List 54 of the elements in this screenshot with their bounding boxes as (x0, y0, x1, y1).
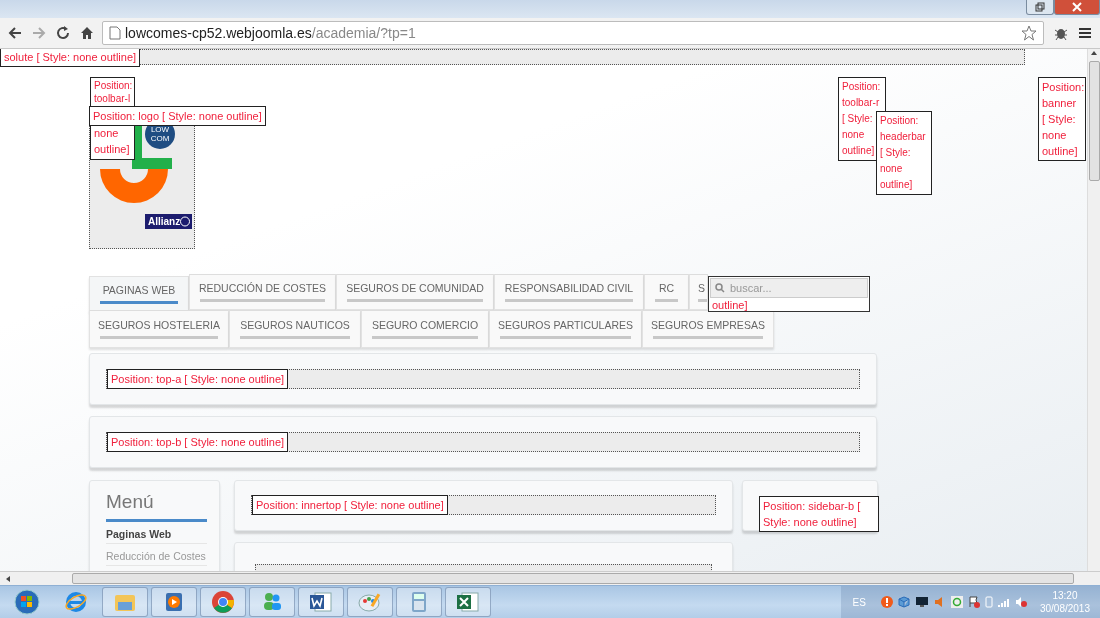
star-icon[interactable] (1021, 25, 1037, 42)
nav-tab[interactable]: REDUCCIÓN DE COSTES (189, 274, 336, 311)
monitor-icon[interactable] (914, 596, 929, 609)
signal-icon[interactable] (997, 596, 1010, 609)
calculator-icon[interactable] (409, 591, 429, 614)
nav-tab[interactable]: SEGUROS PARTICULARES (489, 310, 642, 349)
home-icon[interactable] (79, 25, 95, 42)
box-icon[interactable] (897, 596, 910, 609)
search-icon (715, 283, 725, 294)
address-field[interactable]: lowcomes-cp52.webjoomla.es/academia/?tp=1 (102, 21, 1044, 46)
browser-e-icon[interactable] (64, 590, 88, 615)
position-label: solute [ Style: none outline] (0, 49, 141, 68)
scroll-thumb[interactable] (1088, 61, 1100, 182)
nav-tab[interactable]: SEGUROS HOSTELERIA (89, 310, 229, 349)
page-icon (109, 26, 121, 41)
menu-item[interactable]: Paginas Web (106, 522, 207, 545)
chrome-icon[interactable] (211, 590, 235, 615)
scroll-up-icon[interactable] (1090, 49, 1098, 58)
horizontal-scrollbar[interactable] (0, 571, 1100, 586)
close-button[interactable] (1054, 0, 1100, 15)
flag-icon[interactable] (967, 596, 980, 609)
spreadsheet-x-icon[interactable] (456, 591, 480, 614)
nav-tab[interactable]: PAGINAS WEB (89, 276, 189, 313)
nav-tab[interactable]: SEGUROS NAUTICOS (229, 310, 361, 349)
restore-button[interactable] (1026, 0, 1054, 15)
position-label: Position: toolbar-l (90, 77, 135, 107)
nav-tab[interactable]: RESPONSABILIDAD CIVIL (494, 274, 644, 311)
menu-title: Menú (106, 491, 207, 523)
play-icon[interactable] (163, 591, 185, 614)
nav-tab[interactable]: SEGUROS DE COMUNIDAD (336, 274, 494, 311)
vertical-scrollbar[interactable] (1087, 49, 1100, 572)
scroll-left-icon[interactable] (4, 574, 12, 583)
position-label: Position: banner [ Style: none outline] (1038, 77, 1086, 162)
close-icon[interactable] (1072, 2, 1082, 12)
nav-tab[interactable]: SEGURO COMERCIO (361, 310, 489, 349)
document-w-icon[interactable] (309, 591, 333, 614)
mute-icon[interactable] (1014, 596, 1027, 609)
position-label: Position: logo [ Style: none outline] (89, 106, 266, 127)
position-label: Position: top-a [ Style: none outline] (107, 369, 289, 390)
position-label: Position: innertop [ Style: none outline] (252, 495, 448, 516)
nav-tab[interactable]: S (689, 274, 708, 311)
nav-tab[interactable]: SEGUROS EMPRESAS (642, 310, 774, 349)
position-label: Position: sidebar-b [ Style: none outline] (759, 496, 879, 533)
alert-icon[interactable] (880, 596, 893, 609)
palette-icon[interactable] (358, 591, 382, 614)
nav-tab[interactable]: RC (644, 274, 689, 311)
start-orb-icon[interactable] (14, 589, 40, 616)
position-label: none outline] (90, 124, 135, 161)
reload-icon[interactable] (55, 25, 71, 42)
position-label: Position: headerbar [ Style: none outline] (876, 111, 932, 196)
position-label: outline] (711, 299, 749, 312)
scroll-thumb[interactable] (72, 573, 1074, 585)
position-label: Position: top-b [ Style: none outline] (107, 432, 289, 453)
restore-icon[interactable] (1035, 2, 1045, 12)
